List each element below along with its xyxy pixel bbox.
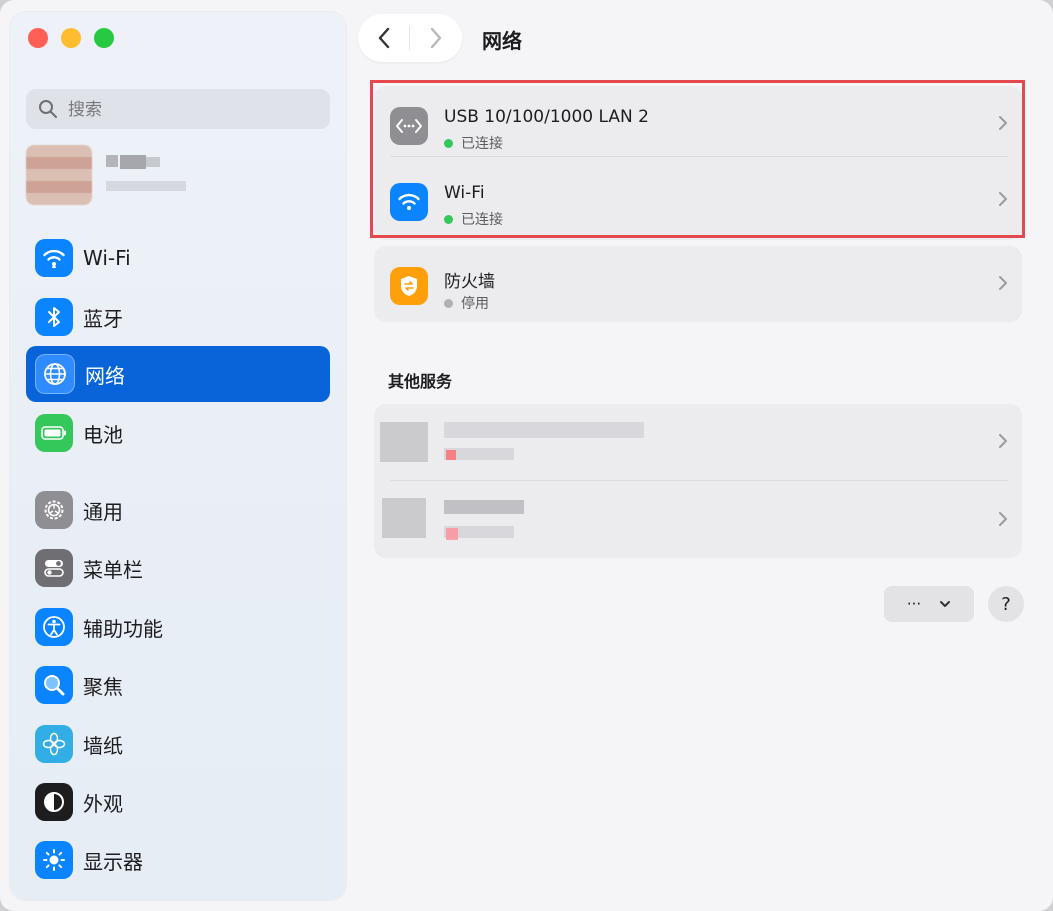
- chevron-right-icon: [998, 511, 1008, 531]
- minimize-button[interactable]: [61, 28, 81, 48]
- main-pane: 网络 USB 10/100/1000 LAN 2 已连接 Wi-Fi 已连接 防…: [346, 0, 1053, 911]
- account-subtitle-redacted: [106, 181, 186, 191]
- search-field[interactable]: [26, 89, 330, 129]
- sidebar-item-label: 显示器: [83, 849, 143, 874]
- chevron-right-icon: [998, 433, 1008, 453]
- chevron-left-icon: [378, 27, 390, 49]
- service-title: Wi-Fi: [444, 183, 485, 203]
- other-service-row[interactable]: [374, 482, 1022, 560]
- sidebar-item-menubar[interactable]: 菜单栏: [26, 540, 330, 596]
- apple-account[interactable]: [26, 145, 326, 211]
- service-title: USB 10/100/1000 LAN 2: [444, 107, 649, 127]
- account-name-redacted: [146, 157, 160, 167]
- sidebar-item-label: 外观: [83, 791, 123, 816]
- chevron-right-icon: [998, 275, 1008, 295]
- sidebar-item-label: 菜单栏: [83, 557, 143, 582]
- chevron-right-icon: [998, 115, 1008, 135]
- sidebar-item-label: 聚焦: [83, 674, 123, 699]
- help-button[interactable]: ?: [988, 586, 1024, 622]
- wifi-icon: [35, 239, 73, 277]
- account-name-redacted: [120, 155, 146, 169]
- status-text: 已连接: [461, 136, 503, 152]
- status-dot: [444, 298, 453, 308]
- wifi-icon: [390, 183, 428, 221]
- sidebar-item-battery[interactable]: 电池: [26, 405, 330, 461]
- status-dot: [444, 138, 453, 148]
- accessibility-icon: [35, 608, 73, 646]
- sidebar-item-label: 蓝牙: [83, 306, 123, 331]
- avatar: [26, 145, 92, 205]
- forward-button[interactable]: [424, 26, 448, 50]
- firewall-icon: [390, 267, 428, 305]
- search-input[interactable]: [66, 97, 320, 123]
- battery-icon: [35, 414, 73, 452]
- status-dot: [444, 214, 453, 224]
- status-dot: [446, 528, 458, 540]
- service-row-wifi[interactable]: Wi-Fi 已连接: [374, 162, 1022, 240]
- divider: [409, 26, 410, 50]
- chevron-down-icon: [940, 601, 951, 607]
- sidebar-item-accessibility[interactable]: 辅助功能: [26, 599, 330, 655]
- sidebar-item-bluetooth[interactable]: 蓝牙: [26, 289, 330, 345]
- sidebar-item-spotlight[interactable]: 聚焦: [26, 657, 330, 713]
- service-row-firewall[interactable]: 防火墙 停用: [374, 246, 1022, 324]
- redacted-title: [444, 422, 644, 438]
- sidebar-item-wifi[interactable]: Wi-Fi: [26, 230, 330, 286]
- globe-icon: [35, 354, 75, 394]
- status-text: 停用: [461, 296, 489, 312]
- gear-icon: [35, 491, 73, 529]
- sidebar-item-label: Wi-Fi: [83, 246, 131, 270]
- service-status: 已连接: [444, 133, 503, 153]
- navigation-buttons: [358, 14, 462, 62]
- search-icon: [38, 99, 58, 123]
- sidebar-item-label: 电池: [83, 422, 123, 447]
- service-title: 防火墙: [444, 272, 495, 292]
- zoom-button[interactable]: [94, 28, 114, 48]
- service-row-usb-lan[interactable]: USB 10/100/1000 LAN 2 已连接: [374, 86, 1022, 164]
- flower-icon: [35, 725, 73, 763]
- sidebar-item-label: 墙纸: [83, 733, 123, 758]
- sidebar-item-label: 通用: [83, 499, 123, 524]
- more-actions-button[interactable]: ···: [884, 586, 974, 622]
- more-label: ···: [906, 595, 922, 613]
- other-services-card: [374, 404, 1022, 558]
- redacted-icon: [380, 422, 428, 462]
- divider: [390, 156, 1008, 157]
- sidebar-item-appearance[interactable]: 外观: [26, 774, 330, 830]
- page-title: 网络: [482, 29, 522, 53]
- redacted-icon: [382, 498, 426, 538]
- appearance-icon: [35, 783, 73, 821]
- back-button[interactable]: [372, 26, 396, 50]
- bluetooth-icon: [35, 298, 73, 336]
- sidebar-item-label: 网络: [85, 363, 125, 388]
- status-text: 已连接: [461, 212, 503, 228]
- sun-icon: [35, 841, 73, 879]
- chevron-right-icon: [430, 27, 442, 49]
- account-name-redacted: [106, 155, 118, 167]
- service-status: 停用: [444, 293, 489, 313]
- sidebar-item-label: 辅助功能: [83, 616, 163, 641]
- sidebar-item-general[interactable]: 通用: [26, 482, 330, 538]
- settings-window: Wi-Fi 蓝牙 网络 电池 通用 菜单栏 辅助功能: [0, 0, 1053, 911]
- sidebar-item-network[interactable]: 网络: [26, 346, 330, 402]
- services-card: USB 10/100/1000 LAN 2 已连接 Wi-Fi 已连接: [374, 86, 1022, 240]
- magnifier-icon: [35, 666, 73, 704]
- help-label: ?: [1001, 593, 1011, 615]
- firewall-card: 防火墙 停用: [374, 246, 1022, 322]
- redacted-title: [444, 500, 524, 514]
- sidebar-item-wallpaper[interactable]: 墙纸: [26, 716, 330, 772]
- section-heading-other-services: 其他服务: [388, 372, 453, 391]
- close-button[interactable]: [28, 28, 48, 48]
- sidebar-item-displays[interactable]: 显示器: [26, 832, 330, 888]
- chevron-right-icon: [998, 191, 1008, 211]
- menubar-icon: [35, 549, 73, 587]
- ethernet-icon: [390, 107, 428, 145]
- divider: [390, 480, 1008, 481]
- other-service-row[interactable]: [374, 404, 1022, 482]
- service-status: 已连接: [444, 209, 503, 229]
- status-dot: [446, 450, 456, 460]
